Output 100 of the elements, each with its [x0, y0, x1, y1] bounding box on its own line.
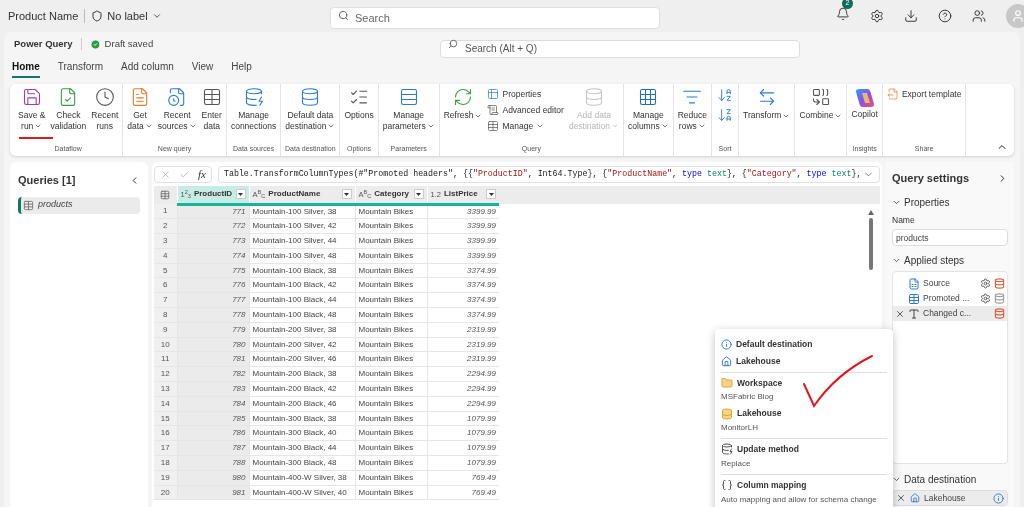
table-cell: 1079.99	[427, 411, 499, 426]
ribbon-button[interactable]: Get data	[125, 87, 155, 131]
column-filter-button[interactable]	[341, 189, 352, 200]
table-cell: Mountain-200 Black, 46	[249, 396, 355, 412]
ribbon-button[interactable]: Manage columns	[626, 87, 671, 131]
table-cell: Mountain-200 Silver, 46	[249, 351, 355, 367]
query-item[interactable]: products	[18, 196, 140, 214]
ribbon-button[interactable]: Enter data	[199, 87, 224, 131]
ribbon-button[interactable]: Combine	[797, 87, 845, 121]
share-people-button[interactable]	[972, 9, 986, 23]
pane-title: Query settings	[892, 171, 970, 186]
ribbon-button[interactable]: Manage connections	[228, 87, 279, 131]
ribbon-button[interactable]: Recent sources	[155, 87, 199, 131]
ribbon-button[interactable]: Manage parameters	[380, 87, 437, 131]
ribbon-tab[interactable]: Help	[231, 59, 252, 78]
fx-label: fx	[198, 166, 206, 182]
table-cell: Mountain Bikes	[355, 218, 427, 234]
people-icon	[972, 9, 986, 23]
ribbon-button[interactable]: Copilot	[849, 87, 880, 120]
table-cell: Mountain-200 Black, 38	[249, 366, 355, 382]
column-filter-button[interactable]	[413, 189, 424, 200]
destination-item[interactable]: Lakehouse	[892, 490, 1008, 507]
column-name: ListPrice	[443, 188, 479, 201]
table-cell: Mountain Bikes	[355, 485, 427, 500]
ribbon-button[interactable]: Refresh	[441, 87, 485, 121]
settings-button[interactable]	[870, 9, 884, 23]
table-cell: Mountain Bikes	[355, 351, 427, 367]
section-header[interactable]: Data destination	[892, 472, 1008, 488]
close-icon	[160, 168, 171, 180]
table-cell: Mountain Bikes	[355, 366, 427, 382]
type-icon	[908, 307, 920, 320]
column-filter-button[interactable]	[486, 189, 496, 200]
dropdown-icon	[238, 192, 243, 196]
table-cell: Mountain Bikes	[355, 440, 427, 456]
info-icon	[993, 492, 1004, 504]
ribbon-button[interactable]: Options	[342, 87, 376, 121]
database-icon	[300, 87, 321, 107]
flyout-title: Lakehouse	[736, 354, 781, 368]
flyout-value: MSFabric Blog	[721, 391, 775, 404]
ribbon-button[interactable]: Save & run	[16, 87, 48, 131]
applied-step[interactable]: Changed c...	[893, 306, 1007, 322]
ribbon-tab[interactable]: Transform	[57, 59, 103, 78]
scroll-icon	[487, 104, 500, 117]
ribbon-button[interactable]: Transform	[741, 87, 793, 121]
search-field[interactable]: Search	[330, 7, 660, 29]
step-label: Changed c...	[923, 307, 973, 321]
applied-step[interactable]: Promoted ...	[893, 291, 1007, 307]
database-icon	[721, 443, 733, 456]
ribbon-tab[interactable]: Add column	[121, 59, 174, 78]
notifications-button[interactable]	[836, 7, 850, 21]
refresh-icon	[453, 87, 474, 107]
annotation-underline	[19, 137, 53, 140]
table-cell: 2294.99	[427, 381, 499, 397]
search-field[interactable]: Search (Alt + Q)	[440, 39, 800, 58]
table-cell: 3399.99	[427, 218, 499, 234]
table-cell: 1079.99	[427, 440, 499, 456]
ribbon-button[interactable]: Properties	[485, 88, 566, 101]
flyout-title: Default destination	[736, 338, 813, 351]
table-cell: Mountain-300 Black, 44	[249, 440, 355, 456]
formula-field[interactable]: Table.TransformColumnTypes(#"Promoted headers", {{"ProductID", Int64.Type}, {"ProductName", type text}, {"Category", type text},	[217, 165, 880, 183]
save-icon	[21, 87, 42, 107]
house-icon	[910, 493, 920, 504]
ribbon-button[interactable]: Manage	[485, 119, 566, 133]
help-button[interactable]	[938, 9, 952, 23]
dropdown-icon	[416, 192, 421, 196]
table-cell: 3374.99	[427, 292, 499, 308]
ribbon-button[interactable]: Export template	[884, 88, 964, 101]
table-cell: Mountain-100 Black, 38	[249, 263, 355, 278]
file-export-icon	[886, 88, 899, 101]
section-header[interactable]: Properties	[892, 194, 1008, 210]
settings-icon	[980, 278, 991, 290]
column-name: ProductID	[193, 188, 233, 201]
table-cell: Mountain-300 Black, 38	[249, 411, 355, 426]
ribbon-button[interactable]: Default data destination	[283, 87, 338, 131]
database-icon	[721, 407, 733, 420]
table-cell: Mountain Bikes	[355, 396, 427, 412]
download-button[interactable]	[904, 9, 918, 23]
table-cell: Mountain-100 Black, 44	[249, 292, 355, 308]
ribbon-button[interactable]: Check validation	[48, 87, 89, 131]
name-field[interactable]: products	[892, 229, 1008, 247]
ribbon-button[interactable]: Reduce rows	[675, 87, 709, 131]
sensitivity-button[interactable]: No label	[91, 7, 162, 25]
table-cell: Mountain Bikes	[355, 278, 427, 293]
combine-icon	[810, 87, 831, 107]
ribbon-tab[interactable]: Home	[12, 59, 40, 78]
table-cell: Mountain Bikes	[355, 470, 427, 486]
section-header[interactable]: Applied steps	[892, 253, 1008, 269]
ribbon-tab[interactable]: View	[191, 59, 214, 78]
step-label: Promoted ...	[923, 292, 971, 306]
table-cell: 1079.99	[427, 425, 499, 441]
table-cell: Mountain-100 Silver, 42	[249, 218, 355, 234]
applied-step[interactable]: Source	[893, 276, 1007, 292]
ribbon-button[interactable]: Recent runs	[89, 87, 121, 131]
sort-descending-button[interactable]	[717, 107, 733, 123]
scrollbar-thumb[interactable]	[869, 218, 873, 270]
table-icon	[487, 119, 500, 132]
document-title: Product Name	[8, 8, 79, 24]
ribbon-button[interactable]: Advanced editor	[485, 103, 566, 117]
scrollbar[interactable]	[868, 210, 874, 270]
column-filter-button[interactable]	[235, 189, 246, 200]
